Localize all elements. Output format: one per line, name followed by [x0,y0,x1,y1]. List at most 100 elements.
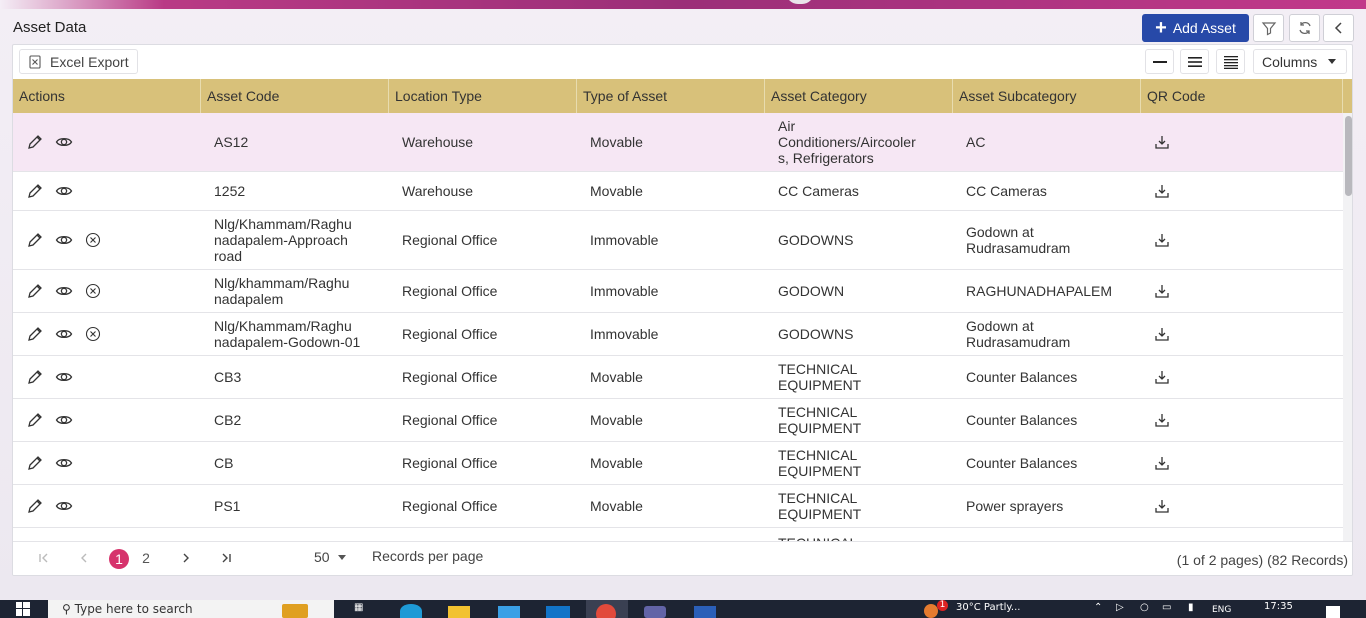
table-row[interactable]: CB2 Regional Office Movable TECHNICAL EQUIPM… [13,399,1343,442]
asset-subcategory-col-header[interactable]: Asset Subcategory [953,79,1141,113]
next-page-button[interactable] [175,547,197,569]
delete-circle-x-icon[interactable] [83,325,102,344]
edit-pencil-icon[interactable] [25,133,44,152]
weather-icon[interactable] [924,604,938,618]
delete-circle-x-icon[interactable] [83,231,102,250]
briefcase-icon[interactable] [282,604,308,618]
table-row[interactable]: Nlg/khammam/Raghu nadapalem Regional Offic… [13,270,1343,313]
edit-pencil-icon[interactable] [25,497,44,516]
page-button-2[interactable]: 2 [135,547,157,569]
download-icon[interactable] [1152,231,1171,250]
chevron-left-icon [1334,22,1342,34]
filter-button[interactable] [1253,14,1284,42]
view-eye-icon[interactable] [54,282,73,301]
language-indicator[interactable]: ENG [1212,605,1231,615]
view-eye-icon[interactable] [54,325,73,344]
edit-pencil-icon[interactable] [25,411,44,430]
volume-icon[interactable]: ▭ [1162,602,1171,613]
type-cell: Immovable [577,211,765,269]
last-page-button[interactable] [215,547,237,569]
location-text: Regional Office [402,455,498,471]
location-text: Regional Office [402,498,498,514]
prev-page-button[interactable] [73,547,95,569]
word-icon[interactable] [694,606,716,618]
scrollbar-thumb[interactable] [1345,116,1352,196]
table-row[interactable]: Nlg/Khammam/Raghu nadapalem-Approach road R… [13,211,1343,270]
teams-icon[interactable] [644,606,666,618]
category-text: TECHNICAL [778,447,858,463]
file-explorer-icon[interactable] [448,606,470,618]
page-title: Asset Data [13,19,87,36]
qr-code-col-header[interactable]: QR Code [1141,79,1343,113]
view-eye-icon[interactable] [54,231,73,250]
clock-time[interactable]: 17:35 [1264,601,1293,612]
download-icon[interactable] [1152,325,1171,344]
battery-icon[interactable]: ▮ [1188,602,1194,613]
network-icon[interactable]: ▷ [1116,602,1124,613]
density-expanded-button[interactable] [1216,49,1245,74]
add-asset-button[interactable]: + Add Asset [1142,14,1249,42]
asset-code-col-header[interactable]: Asset Code [201,79,389,113]
view-eye-icon[interactable] [54,497,73,516]
store-icon[interactable] [498,606,520,618]
view-eye-icon[interactable] [54,182,73,201]
chrome-taskbar-button[interactable] [586,600,628,618]
columns-dropdown[interactable]: Columns [1253,49,1347,74]
download-icon[interactable] [1152,182,1171,201]
table-row[interactable]: 1252 Warehouse Movable CC Cameras CC Cameras [13,172,1343,211]
asset-category-col-header[interactable]: Asset Category [765,79,953,113]
table-row[interactable]: CB Regional Office Movable TECHNICAL EQUIPME… [13,442,1343,485]
category-cell: TECHNICAL EQUIPMENT [765,442,953,484]
per-page-select[interactable]: 50 [314,549,346,565]
collapse-button[interactable] [1323,14,1354,42]
page-info: (1 of 2 pages) (82 Records) [1176,552,1348,568]
download-icon[interactable] [1152,133,1171,152]
table-row[interactable]: AS12 Warehouse Movable Air Conditioners/Airc… [13,113,1343,172]
tray-chevron-icon[interactable]: ⌃ [1094,602,1102,613]
notification-center-icon[interactable] [1326,606,1340,618]
edit-pencil-icon[interactable] [25,182,44,201]
actions-col-header[interactable]: Actions [13,79,201,113]
edit-pencil-icon[interactable] [25,325,44,344]
table-row[interactable]: Nlg/Khammam/Raghu nadapalem-Godown-01 Regi… [13,313,1343,356]
qr-code-cell [1141,211,1343,269]
edit-pencil-icon[interactable] [25,454,44,473]
task-view-icon[interactable]: ▦ [354,602,363,613]
type-of-asset-col-header[interactable]: Type of Asset [577,79,765,113]
table-row[interactable]: CB3 Regional Office Movable TECHNICAL EQUIPM… [13,356,1343,399]
weather-text[interactable]: 30°C Partly... [956,602,1020,613]
download-icon[interactable] [1152,282,1171,301]
download-icon[interactable] [1152,411,1171,430]
edit-pencil-icon[interactable] [25,282,44,301]
view-eye-icon[interactable] [54,454,73,473]
row-actions [13,442,201,484]
density-compact-button[interactable] [1145,49,1174,74]
vertical-scrollbar[interactable] [1343,113,1352,541]
delete-circle-x-icon[interactable] [83,282,102,301]
edit-pencil-icon[interactable] [25,368,44,387]
location-type-col-header[interactable]: Location Type [389,79,577,113]
view-eye-icon[interactable] [54,411,73,430]
download-icon[interactable] [1152,454,1171,473]
excel-export-button[interactable]: Excel Export [19,49,138,74]
code-text: Nlg/khammam/Raghu [214,275,350,291]
edit-pencil-icon[interactable] [25,231,44,250]
first-page-button[interactable] [33,547,55,569]
location-cell: Regional Office [389,270,577,312]
page-button-1[interactable]: 1 [109,549,129,569]
category-text: EQUIPMENT [778,463,862,479]
windows-start-icon[interactable] [16,602,30,618]
qr-code-cell [1141,270,1343,312]
wifi-icon[interactable]: ○ [1140,602,1149,613]
category-text: EQUIPMENT [778,377,862,393]
refresh-button[interactable] [1289,14,1320,42]
table-row[interactable]: PS1 Regional Office Movable TECHNICAL EQUIPM… [13,485,1343,528]
density-normal-button[interactable] [1180,49,1209,74]
download-icon[interactable] [1152,497,1171,516]
table-row[interactable]: TECHNICAL [13,528,1343,542]
download-icon[interactable] [1152,368,1171,387]
view-eye-icon[interactable] [54,133,73,152]
edge-icon[interactable] [400,604,422,618]
mail-icon[interactable] [546,606,570,618]
view-eye-icon[interactable] [54,368,73,387]
